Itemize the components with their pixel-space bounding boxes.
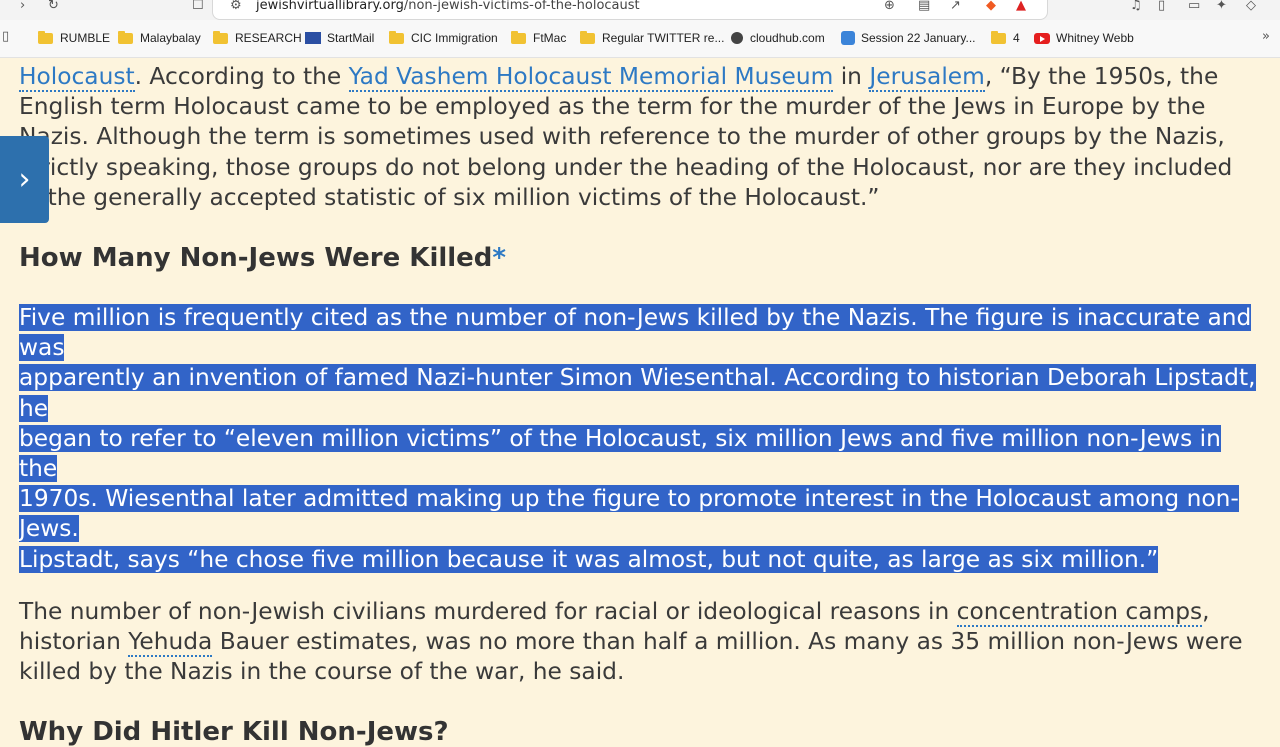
bookmark-whitney-webb[interactable]: Whitney Webb <box>1034 31 1134 45</box>
more-bookmarks-icon[interactable]: » <box>1262 30 1270 43</box>
mail-icon <box>305 32 321 44</box>
text: The number of non-Jewish civilians murde… <box>19 597 957 625</box>
reader-icon[interactable]: ▤ <box>918 0 930 12</box>
paragraph-bauer: The number of non-Jewish civilians murde… <box>19 597 1259 688</box>
heading-how-many: How Many Non-Jews Were Killed* <box>19 243 1259 273</box>
sidebar-icon[interactable]: ▯ <box>1158 0 1165 12</box>
folder-icon <box>389 30 404 44</box>
url-domain: jewishvirtuallibrary.org <box>256 0 404 13</box>
bookmark-label: CIC Immigration <box>411 31 498 45</box>
bookmark-session[interactable]: Session 22 January... <box>841 31 976 45</box>
footnote-marker[interactable]: * <box>492 243 506 273</box>
link-concentration-camps[interactable]: concentration camps <box>956 597 1203 627</box>
text: in <box>833 63 870 90</box>
selected-line: Five million is frequently cited as the … <box>19 304 1252 362</box>
text: . According to the <box>134 63 349 90</box>
folder-icon <box>991 30 1006 44</box>
bookmark-cloudhub[interactable]: cloudhub.com <box>731 31 825 45</box>
bookmark-label: cloudhub.com <box>750 31 825 45</box>
url-path: /non-jewish-victims-of-the-holocaust <box>403 0 640 13</box>
bookmark-malaybalay[interactable]: Malaybalay <box>118 30 201 45</box>
reload-icon[interactable]: ↻ <box>48 0 59 12</box>
globe-icon <box>731 32 743 44</box>
vpn-icon[interactable]: ◇ <box>1246 0 1256 12</box>
url-text[interactable]: jewishvirtuallibrary.org/non-jewish-vict… <box>256 0 640 12</box>
folder-icon <box>118 30 133 44</box>
side-panel-toggle[interactable]: › <box>0 136 49 223</box>
folder-icon <box>213 30 228 44</box>
bookmark-label: RESEARCH <box>235 31 302 45</box>
bookmark-startmail[interactable]: StartMail <box>305 31 374 45</box>
selected-line: apparently an invention of famed Nazi-hu… <box>19 364 1256 422</box>
paragraph-five-million: Five million is frequently cited as the … <box>19 303 1259 575</box>
heading-text: How Many Non-Jews Were Killed <box>19 243 493 274</box>
apps-icon[interactable]: ▯ <box>2 30 9 43</box>
bookmark-label: Session 22 January... <box>861 31 976 45</box>
folder-icon <box>511 30 526 44</box>
paragraph-yad-vashem: Holocaust. According to the Yad Vashem H… <box>19 62 1259 213</box>
brave-rewards-icon[interactable]: ▲ <box>1016 0 1026 12</box>
extensions-icon[interactable]: ✦ <box>1216 0 1227 12</box>
forward-icon[interactable]: › <box>20 0 25 12</box>
link-jerusalem[interactable]: Jerusalem <box>869 63 985 92</box>
bookmark-label: Whitney Webb <box>1056 31 1134 45</box>
bookmark-label: RUMBLE <box>60 31 111 45</box>
folder-icon <box>38 30 53 44</box>
chevron-right-icon: › <box>18 161 31 197</box>
bookmark-twitter[interactable]: Regular TWITTER re... <box>580 30 725 45</box>
bookmark-ftmac[interactable]: FtMac <box>511 30 567 45</box>
bookmarks-bar: ▯ RUMBLE Malaybalay RESEARCH StartMail C… <box>0 20 1280 58</box>
brave-shield-icon[interactable]: ◆ <box>986 0 996 12</box>
selected-line: began to refer to “eleven million victim… <box>19 424 1221 483</box>
bookmark-label: Regular TWITTER re... <box>602 31 725 45</box>
bookmark-rumble[interactable]: RUMBLE <box>38 30 111 45</box>
selected-line: 1970s. Wiesenthal later admitted making … <box>19 485 1239 543</box>
link-holocaust[interactable]: Holocaust <box>19 63 135 92</box>
link-yehuda[interactable]: Yehuda <box>128 628 213 658</box>
zoom-icon[interactable]: ⊕ <box>884 0 895 12</box>
youtube-icon <box>1034 32 1050 44</box>
share-icon[interactable]: ↗ <box>950 0 961 12</box>
folder-icon <box>580 30 595 44</box>
bookmark-label: 4 <box>1013 31 1020 45</box>
site-info-icon[interactable]: ⚙ <box>230 0 242 12</box>
link-yad-vashem[interactable]: Yad Vashem Holocaust Memorial Museum <box>348 63 834 92</box>
bookmark-label: Malaybalay <box>140 31 201 45</box>
music-icon[interactable]: ♫ <box>1130 0 1142 12</box>
bookmark-label: FtMac <box>533 31 567 45</box>
heading-why-hitler: Why Did Hitler Kill Non-Jews? <box>19 717 449 747</box>
bookmark-label: StartMail <box>327 31 375 45</box>
bookmark-icon[interactable]: ☐ <box>192 0 204 12</box>
wallet-icon[interactable]: ▭ <box>1188 0 1200 12</box>
session-icon <box>841 31 855 45</box>
bookmark-cic-immigration[interactable]: CIC Immigration <box>389 30 498 45</box>
article-content: Holocaust. According to the Yad Vashem H… <box>19 58 1259 747</box>
selected-line: Lipstadt, says “he chose five million be… <box>19 545 1159 573</box>
bookmark-research[interactable]: RESEARCH <box>213 30 302 45</box>
bookmark-4[interactable]: 4 <box>991 30 1020 45</box>
browser-toolbar: › ↻ ☐ ⚙ jewishvirtuallibrary.org/non-jew… <box>0 0 1280 20</box>
